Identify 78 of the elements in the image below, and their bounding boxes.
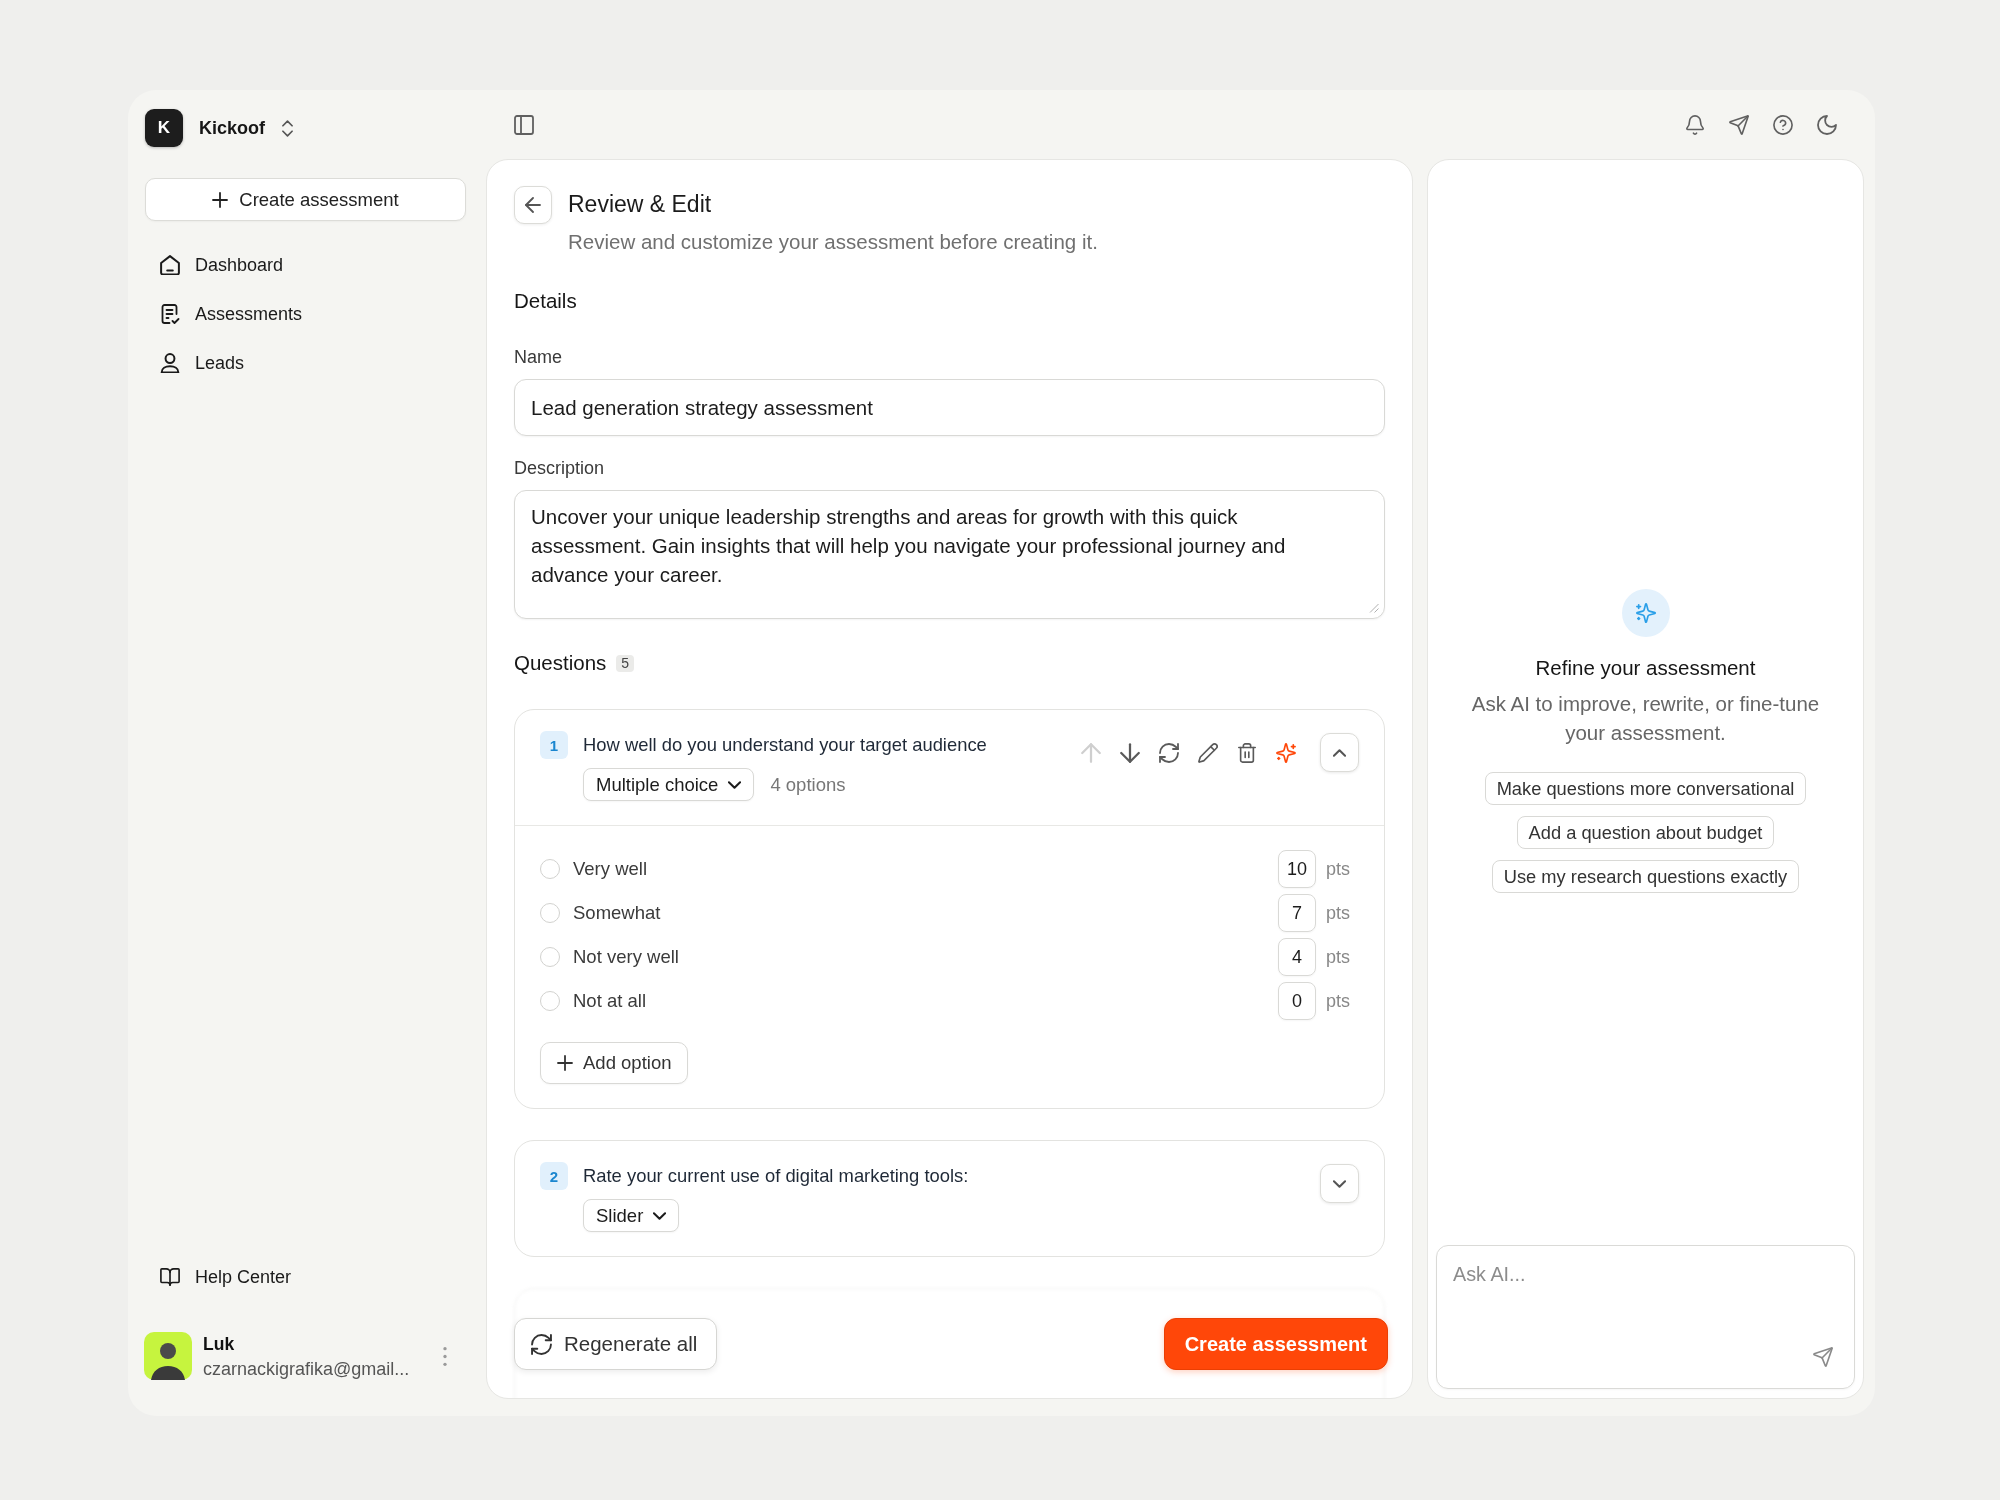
book-icon [160, 1267, 180, 1287]
points-field[interactable]: 4 [1278, 938, 1316, 976]
radio-button[interactable] [540, 903, 560, 923]
chevron-down-icon [1333, 1179, 1346, 1188]
question-count-badge: 5 [616, 654, 635, 672]
radio-button[interactable] [540, 991, 560, 1011]
workspace-name[interactable]: Kickoof [199, 117, 265, 139]
sparkles-icon[interactable] [1276, 742, 1296, 763]
resize-grip-icon[interactable] [1369, 603, 1379, 613]
assistant-description: Ask AI to improve, rewrite, or fine-tune your assessment. [1470, 691, 1821, 746]
refresh-icon [531, 1333, 552, 1355]
section-heading: Questions [514, 651, 607, 675]
question-text: Rate your current use of digital marketing tools: [583, 1164, 969, 1188]
points-unit: pts [1326, 946, 1350, 968]
chevron-up-icon [1333, 748, 1346, 757]
plus-icon [212, 191, 229, 208]
expand-button[interactable] [1320, 1164, 1359, 1203]
pencil-icon[interactable] [1198, 742, 1218, 763]
user-email: czarnackigrafika@gmail... [203, 1357, 410, 1380]
moon-icon[interactable] [1817, 114, 1837, 135]
question-number: 1 [540, 731, 568, 759]
more-icon[interactable] [443, 1346, 447, 1366]
refresh-icon[interactable] [1159, 742, 1179, 763]
option-count: 4 options [770, 773, 846, 796]
document-check-icon [160, 304, 180, 324]
arrow-down-icon[interactable] [1120, 742, 1140, 763]
points-field[interactable]: 10 [1278, 850, 1316, 888]
points-unit: pts [1326, 902, 1350, 924]
user-icon [160, 353, 180, 373]
help-icon[interactable] [1773, 114, 1793, 135]
points-field[interactable]: 7 [1278, 894, 1316, 932]
avatar-icon [144, 1332, 192, 1380]
collapse-button[interactable] [1320, 733, 1359, 772]
plus-icon [557, 1055, 573, 1071]
name-field[interactable]: Lead generation strategy assessment [514, 379, 1385, 436]
create-assessment-button[interactable]: Create assessment [145, 178, 466, 221]
bell-icon[interactable] [1685, 114, 1705, 135]
description-field[interactable]: Uncover your unique leadership strengths and areas for growth with this quick assessment. Gain insights that will help you navigate your professional journey and advance your career. [514, 490, 1385, 619]
radio-button[interactable] [540, 947, 560, 967]
trash-icon[interactable] [1237, 742, 1257, 763]
points-unit: pts [1326, 990, 1350, 1012]
page-subtitle: Review and customize your assessment before creating it. [568, 229, 1099, 255]
chevron-down-icon [653, 1211, 667, 1220]
help-center-link[interactable]: Help Center [144, 1258, 466, 1296]
back-button[interactable] [514, 186, 552, 224]
add-option-button[interactable]: Add option [540, 1042, 689, 1084]
nav-item[interactable]: Leads [144, 344, 466, 382]
field-label: Name [514, 346, 563, 368]
assistant-title: Refine your assessment [1535, 656, 1756, 680]
radio-button[interactable] [540, 859, 560, 879]
chevron-down-icon [728, 780, 742, 789]
points-unit: pts [1326, 858, 1350, 880]
field-label: Description [514, 457, 606, 479]
regenerate-all-button[interactable]: Regenerate all [514, 1318, 718, 1370]
nav-item[interactable]: Assessments [144, 295, 466, 333]
suggestion-chip[interactable]: Add a question about budget [1516, 816, 1775, 849]
question-type-dropdown[interactable]: Multiple choice [583, 768, 755, 801]
question-type-dropdown[interactable]: Slider [583, 1199, 680, 1232]
option-label: Very well [573, 858, 648, 880]
sidebar-toggle-icon[interactable] [514, 114, 534, 135]
option-label: Not very well [573, 946, 679, 968]
sparkles-icon [1621, 589, 1670, 637]
option-label: Somewhat [573, 902, 661, 924]
workspace-logo: K [145, 109, 183, 147]
suggestion-chip[interactable]: Use my research questions exactly [1491, 860, 1800, 893]
home-icon [160, 255, 180, 275]
question-number: 2 [540, 1162, 568, 1190]
option-label: Not at all [573, 990, 646, 1012]
nav-item[interactable]: Dashboard [144, 246, 466, 284]
points-field[interactable]: 0 [1278, 982, 1316, 1020]
question-text: How well do you understand your target audience [583, 733, 987, 757]
user-name: Luk [203, 1332, 236, 1355]
send-icon[interactable] [1813, 1347, 1833, 1367]
chevrons-up-down-icon[interactable] [282, 119, 293, 137]
page-title: Review & Edit [568, 190, 713, 218]
section-heading: Details [514, 289, 578, 313]
suggestion-chip[interactable]: Make questions more conversational [1484, 772, 1807, 805]
send-icon[interactable] [1729, 114, 1749, 135]
